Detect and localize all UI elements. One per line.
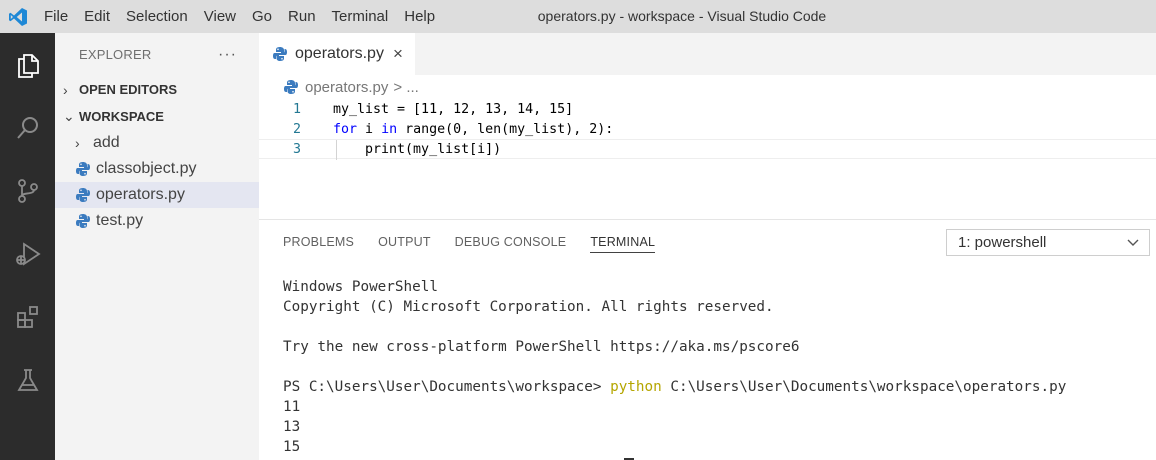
terminal-prompt: PS C:\Users\User\Documents\workspace> (283, 379, 611, 395)
keyword: for (333, 121, 358, 137)
code-fragment: range(0, len(my_list), 2): (397, 121, 614, 137)
chevron-right-icon: › (63, 81, 68, 98)
terminal-output-line: 11 (283, 399, 301, 415)
vscode-logo-icon (0, 0, 36, 33)
terminal-line: Windows PowerShell (283, 279, 438, 295)
python-file-icon (273, 47, 287, 61)
terminal-select[interactable]: 1: powershell (946, 229, 1150, 256)
menu-help[interactable]: Help (396, 0, 443, 33)
terminal-output[interactable]: Windows PowerShell Copyright (C) Microso… (259, 264, 1156, 457)
tab-problems[interactable]: PROBLEMS (283, 220, 354, 264)
menu-go[interactable]: Go (244, 0, 280, 33)
terminal-select-value: 1: powershell (958, 234, 1047, 251)
code-text: print(my_list[i]) (333, 141, 502, 157)
terminal-blank (283, 317, 1156, 337)
python-file-icon (76, 162, 90, 176)
code-fragment: i (357, 121, 382, 137)
workspace-label: WORKSPACE (79, 109, 164, 124)
breadcrumb: operators.py > ... (259, 75, 1156, 99)
terminal-command: python (610, 379, 662, 395)
terminal-command-line: PS C:\Users\User\Documents\workspace> py… (283, 377, 1156, 397)
menu-terminal[interactable]: Terminal (324, 0, 397, 33)
breadcrumb-rest[interactable]: > ... (393, 79, 418, 96)
explorer-sidebar: EXPLORER ··· › OPEN EDITORS ⌄ WORKSPACE … (55, 33, 259, 460)
menu-selection[interactable]: Selection (118, 0, 196, 33)
tab-label: operators.py (295, 45, 384, 62)
tree-item-folder-add[interactable]: › add (55, 130, 259, 156)
line-number: 1 (292, 101, 301, 117)
python-file-icon (76, 214, 90, 228)
python-file-icon (76, 188, 90, 202)
open-editors-section[interactable]: › OPEN EDITORS (55, 76, 259, 103)
search-icon[interactable] (0, 96, 55, 159)
python-file-icon (284, 80, 298, 94)
explorer-header: EXPLORER ··· (55, 33, 259, 76)
more-actions-icon[interactable]: ··· (218, 46, 237, 64)
activity-bar (0, 33, 55, 460)
code-text: for i in range(0, len(my_list), 2): (301, 122, 613, 137)
terminal-line: Copyright (C) Microsoft Corporation. All… (283, 299, 774, 315)
terminal-line: Try the new cross-platform PowerShell ht… (283, 339, 800, 355)
menu-run[interactable]: Run (280, 0, 324, 33)
menu-bar: File Edit Selection View Go Run Terminal… (36, 0, 443, 33)
open-editors-label: OPEN EDITORS (79, 82, 178, 97)
indent-guide (336, 140, 337, 160)
tab-output[interactable]: OUTPUT (378, 220, 431, 264)
menu-edit[interactable]: Edit (76, 0, 118, 33)
menu-view[interactable]: View (196, 0, 244, 33)
run-debug-icon[interactable] (0, 222, 55, 285)
tab-terminal[interactable]: TERMINAL (590, 232, 656, 253)
editor-tab-operators[interactable]: operators.py × (259, 33, 415, 75)
tab-debug-console[interactable]: DEBUG CONSOLE (455, 220, 567, 264)
menu-file[interactable]: File (36, 0, 76, 33)
title-bar: File Edit Selection View Go Run Terminal… (0, 0, 1156, 33)
editor-tabs: operators.py × (259, 33, 1156, 75)
extensions-icon[interactable] (0, 285, 55, 348)
terminal-output-line: 15 (283, 439, 301, 455)
tree-item-test[interactable]: test.py (55, 208, 259, 234)
tree-item-label: operators.py (96, 186, 185, 203)
tree-item-classobject[interactable]: classobject.py (55, 156, 259, 182)
bottom-panel: PROBLEMS OUTPUT DEBUG CONSOLE TERMINAL 1… (259, 219, 1156, 460)
workspace-section[interactable]: ⌄ WORKSPACE (55, 103, 259, 130)
code-editor[interactable]: 1 my_list = [11, 12, 13, 14, 15] 2 for i… (259, 99, 1156, 160)
breadcrumb-file[interactable]: operators.py (305, 79, 388, 96)
chevron-down-icon (1127, 239, 1139, 246)
line-number: 2 (292, 121, 301, 137)
code-line: 1 my_list = [11, 12, 13, 14, 15] (259, 99, 1156, 119)
terminal-output-line: 13 (283, 419, 301, 435)
close-icon[interactable]: × (393, 44, 403, 64)
code-line: 2 for i in range(0, len(my_list), 2): (259, 119, 1156, 139)
code-text: my_list = [11, 12, 13, 14, 15] (333, 101, 574, 117)
keyword: in (381, 121, 398, 137)
tree-item-label: test.py (96, 212, 144, 229)
chevron-right-icon: › (75, 135, 80, 151)
testing-flask-icon[interactable] (0, 348, 55, 411)
terminal-args: C:\Users\User\Documents\workspace\operat… (661, 379, 1067, 395)
tree-item-label: classobject.py (96, 160, 197, 177)
line-number: 3 (292, 141, 301, 157)
terminal-blank (283, 357, 1156, 377)
explorer-title: EXPLORER (79, 47, 152, 62)
code-line-current: 3 print(my_list[i]) (259, 139, 1156, 160)
chevron-down-icon: ⌄ (63, 108, 75, 124)
tree-item-operators[interactable]: operators.py (55, 182, 259, 208)
source-control-icon[interactable] (0, 159, 55, 222)
explorer-icon[interactable] (0, 33, 55, 96)
tree-item-label: add (93, 134, 120, 151)
